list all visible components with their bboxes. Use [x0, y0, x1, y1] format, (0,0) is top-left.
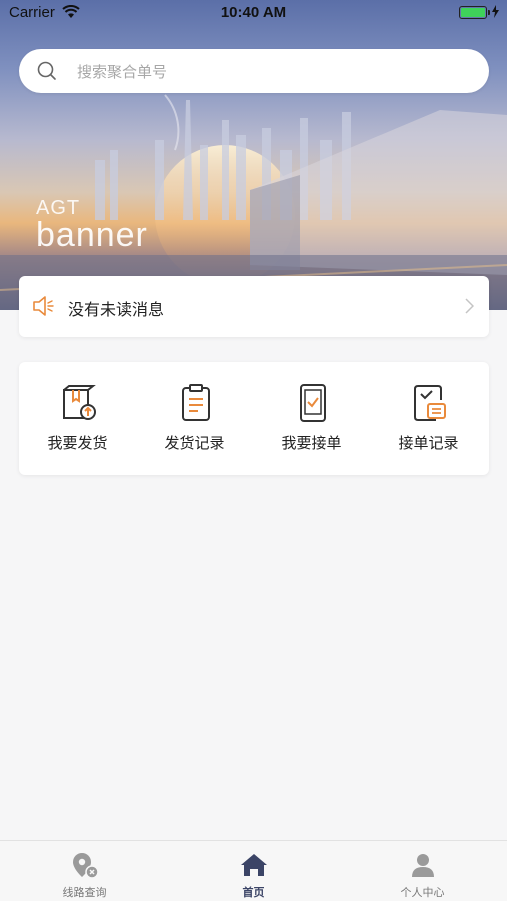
quick-action-take-order[interactable]: 我要接单: [253, 362, 370, 475]
chevron-right-icon: [465, 298, 474, 314]
tab-bar: 线路查询 首页 个人中心: [0, 840, 507, 901]
tab-label: 线路查询: [62, 886, 107, 899]
tab-route-query[interactable]: 线路查询: [0, 841, 169, 901]
quick-action-order-records[interactable]: 接单记录: [370, 362, 487, 475]
route-map-icon: [73, 853, 99, 879]
search-input[interactable]: [75, 59, 459, 85]
status-bar: Carrier 10:40 AM: [0, 0, 507, 28]
phone-check-icon: [300, 384, 326, 422]
quick-action-label: 接单记录: [398, 434, 459, 452]
speaker-icon: [33, 296, 54, 316]
order-record-icon: [414, 385, 446, 421]
city-skyline-image: [0, 94, 507, 310]
banner-title: banner: [36, 216, 148, 254]
quick-action-label: 发货记录: [164, 434, 225, 452]
quick-actions-panel: 我要发货 发货记录 我要接单 接单记录: [19, 362, 489, 475]
clipboard-list-icon: [182, 384, 210, 421]
status-time: 10:40 AM: [220, 4, 287, 21]
home-icon: [241, 854, 267, 876]
banner[interactable]: AGT banner: [0, 0, 507, 310]
notice-text: 没有未读消息: [68, 300, 165, 319]
quick-action-ship[interactable]: 我要发货: [19, 362, 136, 475]
ship-package-icon: [63, 385, 96, 420]
tab-home[interactable]: 首页: [169, 841, 338, 901]
search-bar[interactable]: [19, 49, 489, 93]
user-icon: [412, 854, 434, 877]
quick-action-ship-records[interactable]: 发货记录: [136, 362, 253, 475]
search-icon: [37, 61, 56, 80]
tab-label: 首页: [242, 886, 265, 899]
quick-action-label: 我要发货: [47, 434, 108, 452]
tab-personal-center[interactable]: 个人中心: [338, 841, 507, 901]
tab-label: 个人中心: [400, 886, 445, 899]
notice-bar[interactable]: 没有未读消息: [19, 276, 489, 337]
charging-icon: [492, 5, 499, 18]
quick-action-label: 我要接单: [281, 434, 342, 452]
battery-icon: [459, 6, 490, 19]
